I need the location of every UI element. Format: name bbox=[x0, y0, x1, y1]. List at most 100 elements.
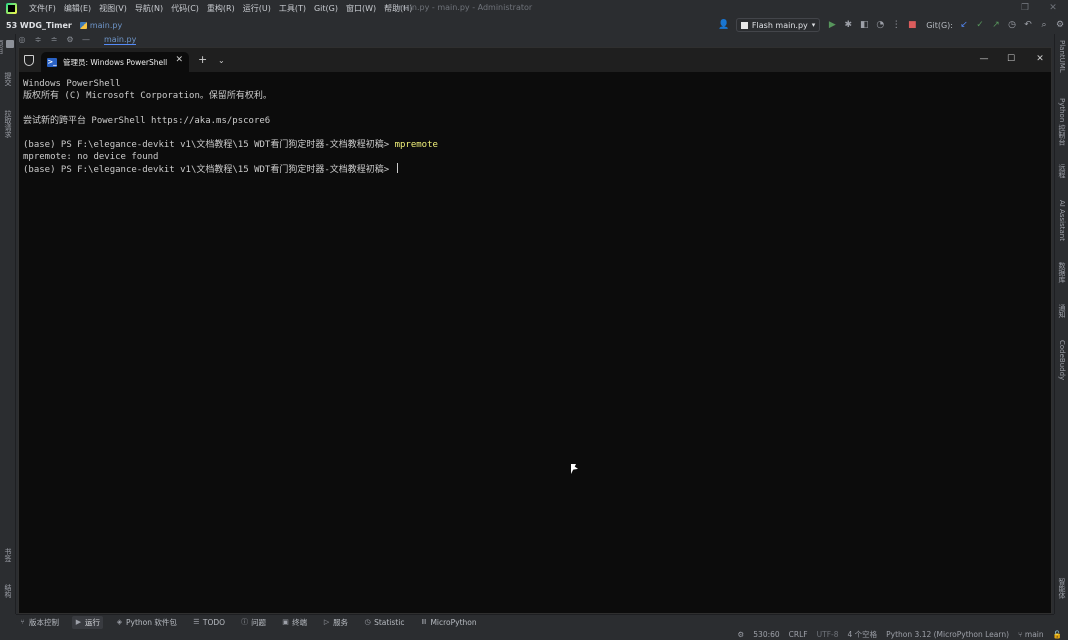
terminal-close-icon[interactable]: ✕ bbox=[1033, 53, 1047, 65]
right-tool-plantuml[interactable]: PlantUML bbox=[1056, 40, 1068, 73]
menu-edit[interactable]: 编辑(E) bbox=[60, 3, 95, 14]
tool-problems-label: 问题 bbox=[251, 618, 267, 627]
file-breadcrumb[interactable]: main.py bbox=[79, 21, 122, 30]
menu-file[interactable]: 文件(F) bbox=[25, 3, 60, 14]
terminal-prompt: (base) PS F:\elegance-devkit v1\文档教程\15 … bbox=[23, 165, 395, 176]
tab-close-icon[interactable]: ✕ bbox=[175, 55, 183, 65]
status-indent[interactable]: 4 个空格 bbox=[848, 630, 878, 640]
todo-list-icon: ☰ bbox=[193, 618, 200, 626]
locate-icon[interactable]: ◎ bbox=[16, 34, 28, 46]
status-interpreter[interactable]: Python 3.12 (MicroPython Learn) bbox=[886, 630, 1009, 640]
ide-close-icon[interactable]: ✕ bbox=[1046, 1, 1060, 15]
git-update-icon[interactable]: ↙ bbox=[957, 18, 971, 32]
user-icon[interactable]: 👤 bbox=[717, 18, 731, 32]
editor-tab-main[interactable]: main.py bbox=[104, 35, 137, 45]
right-tool-strip: PlantUML Python 控制台 远程 AI Assistant 数据库 … bbox=[1054, 34, 1068, 614]
terminal-maximize-icon[interactable]: ☐ bbox=[1004, 53, 1018, 65]
powershell-icon: >_ bbox=[47, 57, 57, 67]
terminal-tab[interactable]: >_ 管理员: Windows PowerShell ✕ bbox=[41, 52, 189, 72]
tool-run-label: 运行 bbox=[85, 618, 100, 627]
bottom-tool-bar: ⑂ 版本控制 ▶ 运行 ◈ Python 软件包 ☰ TODO ⓘ 问题 ▣ 终端 ▷ 服务 … bbox=[16, 614, 1054, 630]
ide-restore-icon[interactable]: ❐ bbox=[1018, 1, 1032, 15]
new-tab-plus-icon[interactable]: + bbox=[198, 54, 207, 65]
right-tool-agent[interactable]: 智能体 bbox=[1056, 578, 1068, 599]
git-commit-icon[interactable]: ✓ bbox=[973, 18, 987, 32]
menu-window[interactable]: 窗口(W) bbox=[342, 3, 380, 14]
git-push-icon[interactable]: ↗ bbox=[989, 18, 1003, 32]
menu-navigate[interactable]: 导航(N) bbox=[131, 3, 167, 14]
right-tool-ai-assistant[interactable]: AI Assistant bbox=[1056, 200, 1068, 241]
python-file-icon bbox=[79, 21, 87, 29]
tool-micropython[interactable]: Ⅲ MicroPython bbox=[417, 617, 479, 628]
mouse-pointer-icon bbox=[571, 464, 576, 474]
expand-all-icon[interactable]: ≐ bbox=[48, 34, 60, 46]
project-name[interactable]: 53 WDG_Timer bbox=[6, 21, 72, 30]
terminal-tab-label: 管理员: Windows PowerShell bbox=[63, 57, 168, 67]
left-tool-bookmarks[interactable]: 书签 bbox=[2, 548, 14, 562]
tool-packages-label: Python 软件包 bbox=[126, 618, 177, 627]
stop-icon[interactable]: ■ bbox=[905, 18, 919, 32]
gear-icon[interactable]: ⚙ bbox=[1053, 18, 1067, 32]
status-encoding[interactable]: UTF-8 bbox=[817, 630, 839, 640]
collapse-all-icon[interactable]: ≑ bbox=[32, 34, 44, 46]
menu-run[interactable]: 运行(U) bbox=[239, 3, 275, 14]
terminal-minimize-icon[interactable]: — bbox=[977, 53, 991, 65]
tool-python-packages[interactable]: ◈ Python 软件包 bbox=[113, 616, 180, 629]
packages-icon: ◈ bbox=[116, 618, 123, 626]
status-lock-icon[interactable]: 🔓 bbox=[1053, 630, 1062, 640]
status-caret-position[interactable]: 530:60 bbox=[753, 630, 779, 640]
project-icon bbox=[6, 40, 14, 48]
right-tool-remote[interactable]: 远程 bbox=[1056, 164, 1068, 178]
right-tool-codebuddy[interactable]: CodeBuddy bbox=[1056, 340, 1068, 380]
status-git-branch[interactable]: ⑂ main bbox=[1018, 630, 1044, 640]
right-tool-plantuml-label: PlantUML bbox=[1058, 40, 1066, 73]
right-tool-agent-label: 智能体 bbox=[1058, 578, 1066, 599]
left-tool-project[interactable]: 项目 bbox=[0, 40, 14, 54]
micropython-icon: Ⅲ bbox=[421, 618, 427, 626]
rollback-icon[interactable]: ↶ bbox=[1021, 18, 1035, 32]
more-run-icon[interactable]: ⋮ bbox=[889, 18, 903, 32]
terminal-icon: ▣ bbox=[282, 618, 289, 626]
menu-tools[interactable]: 工具(T) bbox=[275, 3, 310, 14]
right-tool-notifications[interactable]: 通知 bbox=[1056, 304, 1068, 318]
tool-terminal[interactable]: ▣ 终端 bbox=[279, 616, 310, 629]
tool-statistic[interactable]: ◷ Statistic bbox=[361, 617, 407, 628]
debug-icon[interactable]: ✱ bbox=[841, 18, 855, 32]
menu-view[interactable]: 视图(V) bbox=[95, 3, 131, 14]
search-icon[interactable]: ⌕ bbox=[1037, 18, 1051, 32]
branch-small-icon: ⑂ bbox=[1018, 630, 1025, 639]
menu-code[interactable]: 代码(C) bbox=[167, 3, 203, 14]
terminal-input-line[interactable]: (base) PS F:\elegance-devkit v1\文档教程\15 … bbox=[23, 163, 1047, 175]
profile-icon[interactable]: ◔ bbox=[873, 18, 887, 32]
menu-refactor[interactable]: 重构(R) bbox=[203, 3, 239, 14]
left-tool-structure[interactable]: 结构 bbox=[2, 584, 14, 598]
run-small-icon: ▶ bbox=[75, 618, 82, 626]
status-settings-gear-icon[interactable]: ⚙ bbox=[738, 630, 745, 640]
minimize-panel-icon[interactable]: — bbox=[80, 34, 92, 46]
run-config-selector[interactable]: Flash main.py ▾ bbox=[735, 18, 821, 32]
terminal-command: mpremote bbox=[394, 139, 438, 150]
toolbar-actions: 👤 Flash main.py ▾ ▶ ✱ ◧ ◔ ⋮ ■ Git(G): ↙ … bbox=[716, 16, 1068, 34]
terminal-line: Windows PowerShell bbox=[23, 79, 121, 89]
menu-git[interactable]: Git(G) bbox=[310, 4, 342, 13]
run-icon[interactable]: ▶ bbox=[825, 18, 839, 32]
tool-run[interactable]: ▶ 运行 bbox=[72, 616, 103, 629]
left-tool-pull-requests[interactable]: 拉取请求 bbox=[2, 110, 14, 138]
tool-version-control[interactable]: ⑂ 版本控制 bbox=[16, 616, 62, 629]
right-tool-ai-label: AI Assistant bbox=[1058, 200, 1066, 241]
left-tool-commit[interactable]: 提交 bbox=[2, 72, 14, 86]
status-line-ending[interactable]: CRLF bbox=[789, 630, 808, 640]
right-tool-python-console[interactable]: Python 控制台 bbox=[1056, 98, 1068, 146]
tool-problems[interactable]: ⓘ 问题 bbox=[238, 616, 269, 629]
coverage-icon[interactable]: ◧ bbox=[857, 18, 871, 32]
left-tool-bookmarks-label: 书签 bbox=[4, 548, 12, 562]
history-icon[interactable]: ◷ bbox=[1005, 18, 1019, 32]
options-gear-icon[interactable]: ⚙ bbox=[64, 34, 76, 46]
tab-dropdown-chevron-icon[interactable]: ⌄ bbox=[218, 56, 225, 65]
left-tool-commit-label: 提交 bbox=[4, 72, 12, 86]
tool-services[interactable]: ▷ 服务 bbox=[320, 616, 351, 629]
tool-todo[interactable]: ☰ TODO bbox=[190, 617, 228, 628]
right-tool-database[interactable]: 数据库 bbox=[1056, 262, 1068, 283]
terminal-output[interactable]: Windows PowerShell 版权所有 (C) Microsoft Co… bbox=[23, 78, 1047, 613]
